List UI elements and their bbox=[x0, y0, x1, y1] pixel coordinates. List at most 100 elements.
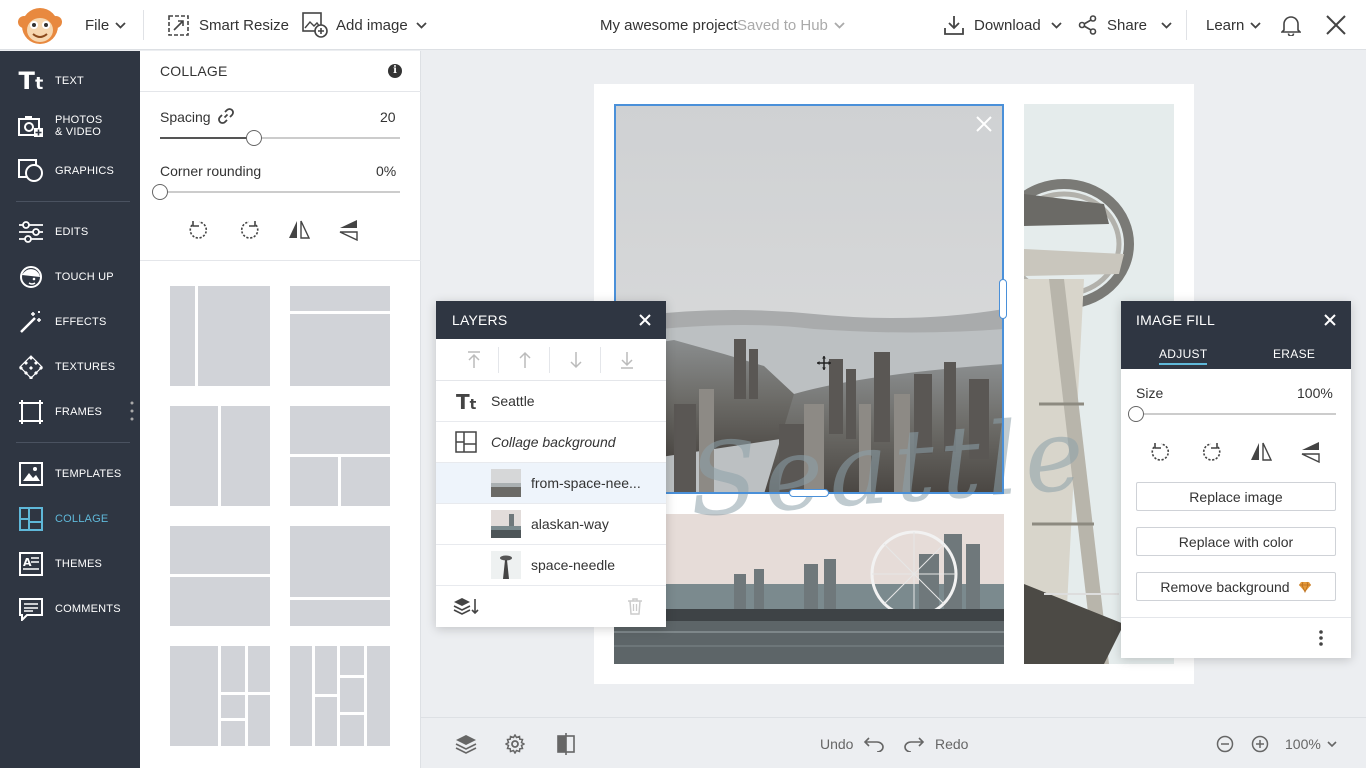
resize-handle-right[interactable] bbox=[999, 279, 1007, 319]
compare-button[interactable] bbox=[557, 718, 575, 768]
layer-row-space-needle[interactable]: space-needle bbox=[436, 545, 666, 586]
corner-rounding-slider[interactable] bbox=[152, 184, 400, 200]
spacing-slider[interactable] bbox=[160, 130, 400, 146]
download-button[interactable]: Download bbox=[944, 0, 1062, 50]
delete-layer-button[interactable] bbox=[627, 597, 643, 620]
layers-toggle-button[interactable] bbox=[455, 718, 477, 768]
undo-button[interactable]: Undo bbox=[820, 718, 885, 768]
spacing-slider-handle[interactable] bbox=[245, 130, 262, 146]
flip-horizontal-button[interactable] bbox=[288, 219, 311, 246]
tab-erase[interactable]: ERASE bbox=[1273, 347, 1315, 361]
flip-horizontal-button[interactable] bbox=[1250, 441, 1273, 468]
smart-resize-button[interactable]: Smart Resize bbox=[168, 0, 289, 50]
sidebar-item-effects[interactable]: EFFECTS bbox=[0, 302, 140, 342]
layers-footer bbox=[436, 586, 666, 627]
top-bar: File Smart Resize Add image My awesome p… bbox=[0, 0, 1366, 50]
file-menu[interactable]: File bbox=[85, 0, 126, 50]
collage-layout-option[interactable] bbox=[290, 526, 390, 626]
resize-handle-bottom[interactable] bbox=[789, 489, 829, 497]
sidebar-item-text[interactable]: Tt TEXT bbox=[0, 61, 140, 101]
sidebar-item-templates[interactable]: TEMPLATES bbox=[0, 454, 140, 494]
redo-button[interactable]: Redo bbox=[903, 718, 968, 768]
replace-image-button[interactable]: Replace image bbox=[1136, 482, 1336, 511]
layers-toolbar bbox=[436, 339, 666, 381]
chevron-down-icon bbox=[1250, 21, 1262, 29]
rotate-left-button[interactable] bbox=[1150, 441, 1172, 468]
sidebar-item-themes[interactable]: A THEMES bbox=[0, 544, 140, 584]
collage-layout-option[interactable] bbox=[290, 646, 390, 746]
flip-vertical-button[interactable] bbox=[1300, 441, 1322, 468]
flip-vertical-button[interactable] bbox=[338, 219, 360, 246]
bring-forward-button[interactable] bbox=[518, 351, 532, 374]
sidebar-item-touch-up[interactable]: TOUCH UP bbox=[0, 257, 140, 297]
layer-row-from-space-needle[interactable]: from-space-nee... bbox=[436, 463, 666, 504]
rotate-left-icon bbox=[189, 221, 208, 239]
close-editor-button[interactable] bbox=[1326, 0, 1346, 50]
collage-layout-option[interactable] bbox=[170, 646, 270, 746]
collage-layout-option[interactable] bbox=[170, 406, 270, 506]
divider bbox=[600, 347, 601, 373]
remove-background-button[interactable]: Remove background bbox=[1136, 572, 1336, 601]
cell-remove-button[interactable] bbox=[976, 116, 992, 137]
collage-layout-option[interactable] bbox=[170, 286, 270, 386]
sidebar-item-edits[interactable]: EDITS bbox=[0, 212, 140, 252]
text-icon: Tt bbox=[456, 390, 477, 414]
share-button[interactable]: Share bbox=[1078, 0, 1172, 50]
layer-row-alaskan-way[interactable]: alaskan-way bbox=[436, 504, 666, 545]
close-icon bbox=[976, 116, 992, 132]
sliders-icon bbox=[16, 221, 46, 243]
collage-layout-option[interactable] bbox=[170, 526, 270, 626]
project-name[interactable]: My awesome project bbox=[600, 0, 738, 50]
layer-row-text[interactable]: Tt Seattle bbox=[436, 381, 666, 422]
sidebar-item-comments[interactable]: COMMENTS bbox=[0, 589, 140, 629]
learn-menu[interactable]: Learn bbox=[1206, 0, 1262, 50]
rotate-left-icon bbox=[1151, 443, 1170, 461]
more-options-button[interactable] bbox=[1318, 629, 1324, 652]
layer-sort-button[interactable] bbox=[453, 596, 479, 621]
zoom-level-menu[interactable]: 100% bbox=[1285, 718, 1337, 768]
send-to-back-button[interactable] bbox=[620, 351, 634, 374]
info-icon[interactable]: i bbox=[388, 64, 402, 78]
sidebar-item-photos-video[interactable]: PHOTOS & VIDEO bbox=[0, 106, 140, 146]
sidebar-item-graphics[interactable]: GRAPHICS bbox=[0, 151, 140, 191]
sidebar-item-label: EFFECTS bbox=[55, 316, 107, 328]
collage-layout-option[interactable] bbox=[290, 406, 390, 506]
more-options-icon[interactable] bbox=[130, 400, 134, 422]
rotate-right-button[interactable] bbox=[1200, 441, 1222, 468]
tab-adjust[interactable]: ADJUST bbox=[1159, 347, 1208, 365]
layers-sort-icon bbox=[453, 598, 479, 615]
zoom-out-button[interactable] bbox=[1216, 718, 1234, 768]
collage-cell-alaskan-way[interactable] bbox=[614, 514, 1004, 664]
zoom-in-button[interactable] bbox=[1251, 718, 1269, 768]
rotate-right-button[interactable] bbox=[238, 219, 260, 246]
rotate-left-button[interactable] bbox=[188, 219, 210, 246]
size-slider[interactable] bbox=[1128, 406, 1336, 422]
sidebar-item-label: FRAMES bbox=[55, 406, 103, 418]
bottom-bar: Undo Redo 100% bbox=[421, 717, 1366, 768]
move-icon[interactable] bbox=[817, 356, 831, 375]
compare-icon bbox=[557, 732, 575, 755]
sidebar-item-frames[interactable]: FRAMES bbox=[0, 392, 140, 432]
send-backward-button[interactable] bbox=[569, 351, 583, 374]
collage-layout-option[interactable] bbox=[290, 286, 390, 386]
notifications-button[interactable] bbox=[1281, 0, 1301, 50]
replace-with-color-button[interactable]: Replace with color bbox=[1136, 527, 1336, 556]
link-icon[interactable] bbox=[218, 108, 234, 129]
send-to-back-icon bbox=[621, 352, 633, 369]
replace-image-label: Replace image bbox=[1189, 488, 1283, 505]
save-status-menu[interactable]: Saved to Hub bbox=[737, 0, 845, 50]
layers-close-button[interactable] bbox=[636, 311, 654, 329]
corner-rounding-slider-handle[interactable] bbox=[152, 184, 168, 200]
bring-to-front-button[interactable] bbox=[467, 351, 481, 374]
layer-row-collage-background[interactable]: Collage background bbox=[436, 422, 666, 463]
sidebar-item-textures[interactable]: TEXTURES bbox=[0, 347, 140, 387]
corner-rounding-label: Corner rounding bbox=[160, 163, 262, 179]
settings-button[interactable] bbox=[505, 718, 525, 768]
collage-canvas[interactable]: Seattle bbox=[594, 84, 1194, 684]
app-logo[interactable] bbox=[16, 2, 64, 48]
size-slider-handle[interactable] bbox=[1128, 406, 1144, 422]
waterfront-photo bbox=[614, 514, 1004, 664]
image-fill-close-button[interactable] bbox=[1321, 311, 1339, 329]
sidebar-item-collage[interactable]: COLLAGE bbox=[0, 499, 140, 539]
add-image-button[interactable]: Add image bbox=[302, 0, 427, 50]
